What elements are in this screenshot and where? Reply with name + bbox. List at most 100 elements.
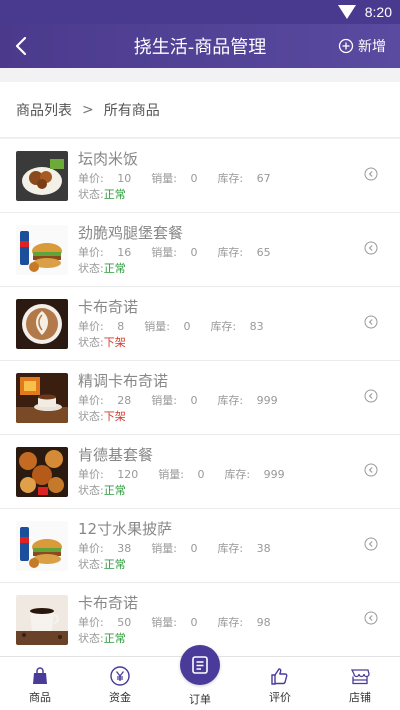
price-value: 120 <box>117 468 139 481</box>
row-action-button[interactable] <box>364 389 378 403</box>
yen-icon <box>110 666 130 686</box>
product-row[interactable]: 卡布奇诺 单价: 8 销量: 0 库存: 83 状态:下架 <box>0 287 400 361</box>
stock-value: 98 <box>256 616 271 629</box>
sales-value: 0 <box>190 246 198 259</box>
product-name: 卡布奇诺 <box>78 298 139 316</box>
sales-label: 销量: <box>158 468 184 481</box>
wifi-icon <box>338 5 356 19</box>
sales-value: 0 <box>197 468 205 481</box>
row-action-button[interactable] <box>364 315 378 329</box>
product-meta: 单价: 120 销量: 0 库存: 999 <box>78 466 305 482</box>
stock-value: 999 <box>256 394 278 407</box>
row-action-button[interactable] <box>364 611 378 625</box>
status-label: 状态: <box>78 262 104 275</box>
tab-funds[interactable]: 资金 <box>80 665 160 705</box>
sales-field: 销量: 0 <box>151 542 207 555</box>
product-row[interactable]: 12寸水果披萨 单价: 38 销量: 0 库存: 38 状态:正常 <box>0 509 400 583</box>
product-row[interactable]: 精调卡布奇诺 单价: 28 销量: 0 库存: 999 状态:下架 <box>0 361 400 435</box>
product-status: 状态:正常 <box>78 260 126 276</box>
tab-orders[interactable]: 订单 <box>160 645 240 707</box>
price-field: 单价: 28 <box>78 394 141 407</box>
price-value: 28 <box>117 394 132 407</box>
bag-icon <box>33 667 47 684</box>
sales-value: 0 <box>190 394 198 407</box>
price-value: 50 <box>117 616 132 629</box>
price-label: 单价: <box>78 172 104 185</box>
row-action-button[interactable] <box>364 463 378 477</box>
row-action-button[interactable] <box>364 537 378 551</box>
price-label: 单价: <box>78 468 104 481</box>
product-name: 12寸水果披萨 <box>78 520 173 538</box>
status-badge: 下架 <box>103 336 126 349</box>
product-name: 精调卡布奇诺 <box>78 372 169 390</box>
product-row[interactable]: 劲脆鸡腿堡套餐 单价: 16 销量: 0 库存: 65 状态:正常 <box>0 213 400 287</box>
status-label: 状态: <box>78 484 104 497</box>
stock-field: 库存: 65 <box>217 246 280 259</box>
product-status: 状态:正常 <box>78 186 126 202</box>
status-label: 状态: <box>78 632 104 645</box>
price-label: 单价: <box>78 320 104 333</box>
sales-field: 销量: 0 <box>158 468 214 481</box>
price-field: 单价: 10 <box>78 172 141 185</box>
chevron-left-circle-icon <box>364 315 378 329</box>
status-bar: 8:20 <box>0 0 400 24</box>
stock-label: 库存: <box>224 468 251 481</box>
status-badge: 正常 <box>103 188 126 201</box>
status-label: 状态: <box>78 336 104 349</box>
product-row[interactable]: 肯德基套餐 单价: 120 销量: 0 库存: 999 状态:正常 <box>0 435 400 509</box>
tab-products[interactable]: 商品 <box>0 665 80 705</box>
chevron-left-circle-icon <box>364 537 378 551</box>
stock-field: 库存: 83 <box>210 320 273 333</box>
price-field: 单价: 16 <box>78 246 141 259</box>
price-label: 单价: <box>78 394 104 407</box>
sales-value: 0 <box>190 542 198 555</box>
sales-label: 销量: <box>151 542 177 555</box>
price-field: 单价: 50 <box>78 616 141 629</box>
stock-field: 库存: 38 <box>217 542 280 555</box>
status-badge: 正常 <box>103 262 126 275</box>
product-thumbnail <box>16 299 68 349</box>
add-product-button[interactable]: 新增 <box>338 36 386 56</box>
sales-label: 销量: <box>151 616 177 629</box>
status-time: 8:20 <box>364 4 392 20</box>
stock-field: 库存: 98 <box>217 616 280 629</box>
status-badge: 正常 <box>103 558 126 571</box>
orders-button[interactable] <box>180 645 220 685</box>
price-label: 单价: <box>78 616 104 629</box>
product-thumbnail <box>16 225 68 275</box>
row-action-button[interactable] <box>364 241 378 255</box>
stock-label: 库存: <box>210 320 237 333</box>
product-meta: 单价: 16 销量: 0 库存: 65 <box>78 244 291 260</box>
breadcrumb-root[interactable]: 商品列表 <box>16 100 72 120</box>
tab-reviews[interactable]: 评价 <box>240 665 320 705</box>
stock-field: 库存: 67 <box>217 172 280 185</box>
sales-label: 销量: <box>151 172 177 185</box>
sales-label: 销量: <box>151 246 177 259</box>
sales-field: 销量: 0 <box>151 172 207 185</box>
stock-label: 库存: <box>217 172 244 185</box>
product-row[interactable]: 坛肉米饭 单价: 10 销量: 0 库存: 67 状态:正常 <box>0 139 400 213</box>
stock-value: 38 <box>256 542 271 555</box>
product-meta: 单价: 8 销量: 0 库存: 83 <box>78 318 284 334</box>
stock-value: 83 <box>249 320 264 333</box>
price-label: 单价: <box>78 542 104 555</box>
sales-value: 0 <box>183 320 191 333</box>
price-value: 16 <box>117 246 132 259</box>
sales-field: 销量: 0 <box>151 616 207 629</box>
product-thumbnail <box>16 373 68 423</box>
tab-products-label: 商品 <box>29 691 51 704</box>
breadcrumb-current: 所有商品 <box>103 102 160 119</box>
price-value: 10 <box>117 172 132 185</box>
stock-value: 65 <box>256 246 271 259</box>
add-button-label: 新增 <box>358 39 386 55</box>
tab-funds-label: 资金 <box>109 691 131 704</box>
tab-orders-label: 订单 <box>189 693 211 706</box>
stock-value: 67 <box>256 172 271 185</box>
status-label: 状态: <box>78 188 104 201</box>
tab-store[interactable]: 店铺 <box>320 665 400 705</box>
stock-field: 库存: 999 <box>224 468 294 481</box>
chevron-left-circle-icon <box>364 463 378 477</box>
row-action-button[interactable] <box>364 167 378 181</box>
product-list: 坛肉米饭 单价: 10 销量: 0 库存: 67 状态:正常 劲脆鸡腿堡套餐 单价: 16 销… <box>0 139 400 657</box>
tab-reviews-label: 评价 <box>269 691 291 704</box>
